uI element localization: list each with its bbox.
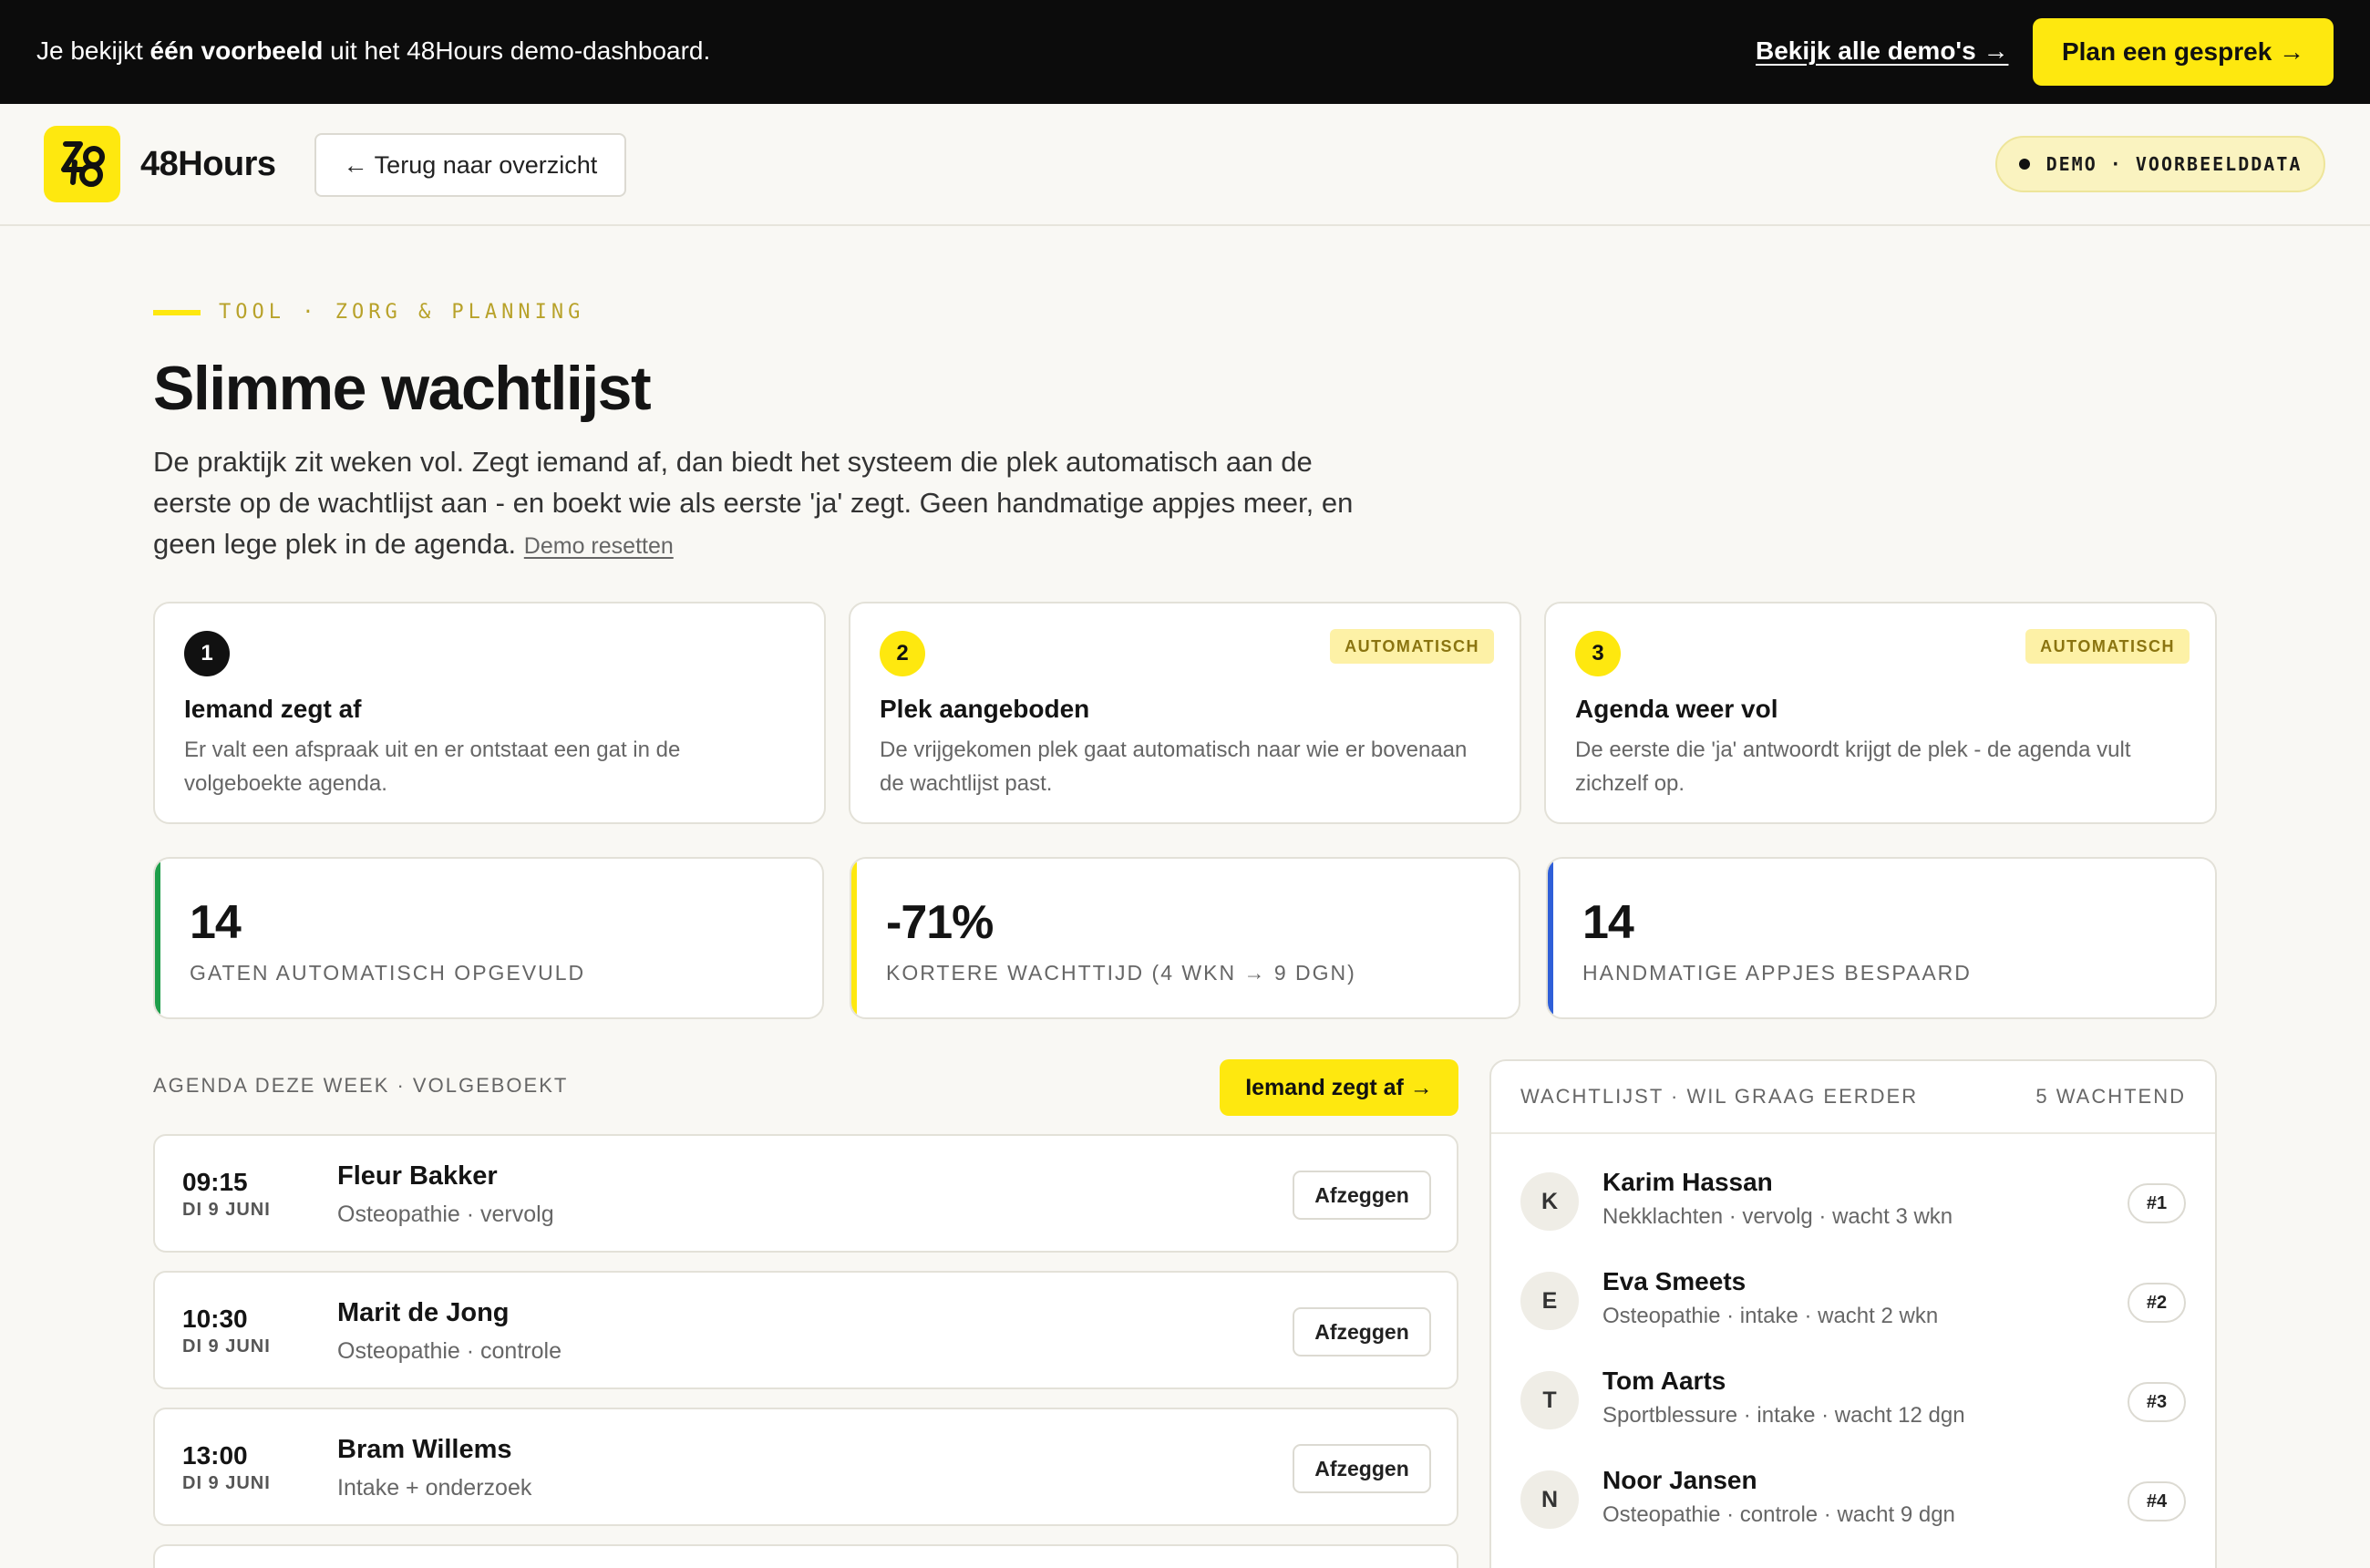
waitlist-meta: Nekklachten · vervolg · wacht 3 wkn <box>1602 1204 1953 1229</box>
agenda-section-label: AGENDA DEZE WEEK · VOLGEBOEKT <box>153 1074 569 1097</box>
appointment-type: Osteopathie · controle <box>337 1338 562 1364</box>
step-number: 1 <box>184 631 230 676</box>
waitlist-title: WACHTLIJST · WIL GRAAG EERDER <box>1520 1085 1919 1108</box>
stat-label: HANDMATIGE APPJES BESPAARD <box>1582 961 1972 985</box>
waitlist-rank: #2 <box>2128 1283 2186 1323</box>
cancel-appointment-button[interactable]: Afzeggen <box>1293 1171 1431 1220</box>
waitlist-item[interactable]: T Tom Aarts Sportblessure · intake · wac… <box>1520 1358 2186 1440</box>
step-title: Iemand zegt af <box>184 695 362 723</box>
waitlist-meta: Osteopathie · controle · wacht 9 dgn <box>1602 1502 1955 1527</box>
appointment-type: Intake + onderzoek <box>337 1475 532 1501</box>
48-logo-icon[interactable] <box>44 126 120 202</box>
step-text: De eerste die 'ja' antwoordt krijgt de p… <box>1575 738 2131 796</box>
avatar: E <box>1520 1272 1579 1330</box>
cancel-appointment-button[interactable]: Afzeggen <box>1293 1307 1431 1357</box>
stat-accent-bar <box>1548 859 1553 1017</box>
waitlist-item[interactable]: E Eva Smeets Osteopathie · intake · wach… <box>1520 1259 2186 1341</box>
appointment-time: 09:15 <box>182 1168 248 1196</box>
stat-messages-saved: 14 HANDMATIGE APPJES BESPAARD <box>1546 857 2217 1019</box>
appointment-day: DI 9 JUNI <box>182 1200 271 1220</box>
someone-cancels-button[interactable]: Iemand zegt af → <box>1220 1059 1458 1116</box>
appointment-day: DI 9 JUNI <box>182 1473 271 1493</box>
waitlist-rank: #3 <box>2128 1382 2186 1422</box>
waitlist-item[interactable]: N Noor Jansen Osteopathie · controle · w… <box>1520 1458 2186 1540</box>
stat-gaps-filled: 14 GATEN AUTOMATISCH OPGEVULD <box>153 857 824 1019</box>
page-title: Slimme wachtlijst <box>153 354 652 423</box>
automatic-badge: AUTOMATISCH <box>2025 629 2190 664</box>
demo-banner-message: Je bekijkt één voorbeeld uit het 48Hours… <box>36 36 711 65</box>
automatic-badge: AUTOMATISCH <box>1330 629 1494 664</box>
avatar: T <box>1520 1371 1579 1429</box>
step-card-3: 3 AUTOMATISCH Agenda weer vol De eerste … <box>1544 602 2217 824</box>
waitlist-header: WACHTLIJST · WIL GRAAG EERDER 5 WACHTEND <box>1491 1061 2215 1134</box>
plan-call-button[interactable]: Plan een gesprek → <box>2033 18 2334 86</box>
appointment-time: 10:30 <box>182 1305 248 1333</box>
avatar: K <box>1520 1172 1579 1231</box>
waitlist-name: Tom Aarts <box>1602 1367 1726 1395</box>
app-header: 48Hours ← Terug naar overzicht DEMO · VO… <box>0 104 2370 226</box>
back-to-overview-button[interactable]: ← Terug naar overzicht <box>314 133 626 197</box>
patient-name: Bram Willems <box>337 1435 512 1464</box>
waitlist-meta: Sportblessure · intake · wacht 12 dgn <box>1602 1403 1965 1428</box>
waitlist-rank: #1 <box>2128 1183 2186 1223</box>
page-description: De praktijk zit weken vol. Zegt iemand a… <box>153 446 1354 560</box>
step-title: Agenda weer vol <box>1575 695 1778 723</box>
cancel-appointment-button[interactable]: Afzeggen <box>1293 1444 1431 1493</box>
appointment-row: 13:00 DI 9 JUNI Bram Willems Intake + on… <box>153 1408 1458 1526</box>
eyebrow-label: TOOL · ZORG & PLANNING <box>219 301 585 324</box>
stat-label: KORTERE WACHTTIJD (4 WKN → 9 DGN) <box>886 961 1356 985</box>
step-title: Plek aangeboden <box>880 695 1090 723</box>
stat-shorter-wait: -71% KORTERE WACHTTIJD (4 WKN → 9 DGN) <box>850 857 1520 1019</box>
patient-name: Fleur Bakker <box>337 1161 498 1191</box>
waitlist-name: Noor Jansen <box>1602 1466 1757 1494</box>
appointment-row-partial <box>153 1544 1458 1568</box>
status-dot-icon <box>2018 159 2030 170</box>
appointment-time: 13:00 <box>182 1441 248 1470</box>
stat-value: 14 <box>190 896 242 949</box>
appointment-row: 09:15 DI 9 JUNI Fleur Bakker Osteopathie… <box>153 1134 1458 1253</box>
step-text: Er valt een afspraak uit en er ontstaat … <box>184 738 681 796</box>
stat-value: -71% <box>886 896 994 949</box>
appointment-day: DI 9 JUNI <box>182 1336 271 1357</box>
all-demos-link[interactable]: Bekijk alle demo's → <box>1756 33 2008 69</box>
step-number: 3 <box>1575 631 1621 676</box>
demo-banner: Je bekijkt één voorbeeld uit het 48Hours… <box>0 0 2370 104</box>
step-card-1: 1 Iemand zegt af Er valt een afspraak ui… <box>153 602 826 824</box>
eyebrow-accent-line <box>153 310 201 315</box>
waitlist-item[interactable]: K Karim Hassan Nekklachten · vervolg · w… <box>1520 1160 2186 1242</box>
waitlist-panel: WACHTLIJST · WIL GRAAG EERDER 5 WACHTEND… <box>1489 1059 2217 1568</box>
stat-accent-bar <box>155 859 160 1017</box>
stat-value: 14 <box>1582 896 1634 949</box>
step-number: 2 <box>880 631 925 676</box>
waitlist-meta: Osteopathie · intake · wacht 2 wkn <box>1602 1304 1939 1328</box>
waitlist-rank: #4 <box>2128 1481 2186 1522</box>
brand-name[interactable]: 48Hours <box>140 144 276 184</box>
appointment-type: Osteopathie · vervolg <box>337 1202 554 1227</box>
stat-accent-bar <box>851 859 857 1017</box>
step-text: De vrijgekomen plek gaat automatisch naa… <box>880 738 1468 796</box>
demo-reset-link[interactable]: Demo resetten <box>524 533 674 559</box>
demo-data-badge: DEMO · VOORBEELDDATA <box>1995 136 2325 192</box>
step-card-2: 2 AUTOMATISCH Plek aangeboden De vrijgek… <box>849 602 1521 824</box>
appointment-row: 10:30 DI 9 JUNI Marit de Jong Osteopathi… <box>153 1271 1458 1389</box>
waitlist-name: Karim Hassan <box>1602 1168 1773 1196</box>
stat-label: GATEN AUTOMATISCH OPGEVULD <box>190 961 586 985</box>
patient-name: Marit de Jong <box>337 1298 510 1327</box>
avatar: N <box>1520 1470 1579 1529</box>
waitlist-count: 5 WACHTEND <box>2035 1085 2186 1108</box>
waitlist-name: Eva Smeets <box>1602 1267 1747 1295</box>
